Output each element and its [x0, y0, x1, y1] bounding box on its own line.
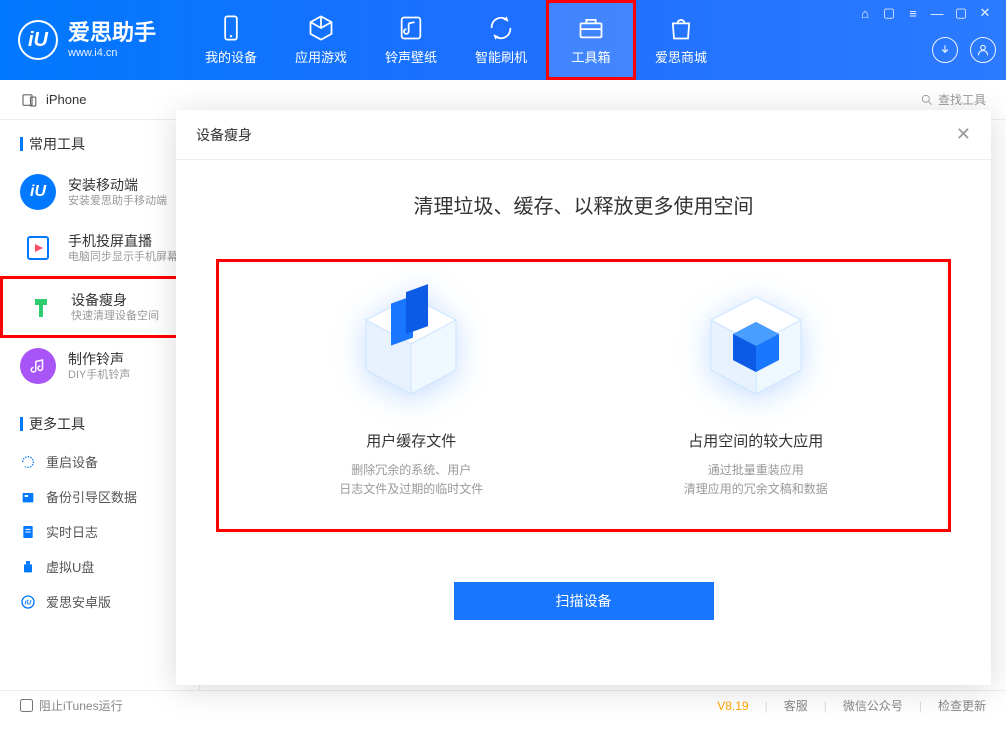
usb-icon — [20, 559, 36, 575]
slim-icon — [23, 289, 59, 325]
tab-label: 我的设备 — [205, 47, 257, 66]
search-icon — [920, 93, 934, 107]
options-container: 用户缓存文件 删除冗余的系统、用户 日志文件及过期的临时文件 — [216, 259, 951, 532]
backup-icon — [20, 489, 36, 505]
svg-text:iU: iU — [25, 599, 32, 606]
sidebar-item-label: 设备瘦身 — [71, 291, 159, 309]
sidebar-item-label: 备份引导区数据 — [46, 487, 137, 506]
app-header: iU 爱思助手 www.i4.cn 我的设备 应用游戏 铃声壁纸 智能刷机 工具… — [0, 0, 1006, 80]
cache-cube-icon — [346, 282, 476, 412]
iphone-icon — [20, 91, 38, 109]
logo-icon: iU — [18, 20, 58, 60]
sidebar-item-label: 爱思安卓版 — [46, 592, 111, 611]
sidebar-item-realtime-log[interactable]: 实时日志 — [0, 514, 199, 549]
user-icon — [976, 43, 990, 57]
refresh-icon — [487, 14, 515, 42]
android-icon: iU — [20, 594, 36, 610]
shirt-icon[interactable]: ⌂ — [858, 6, 872, 20]
sidebar-item-restart[interactable]: 重启设备 — [0, 444, 199, 479]
download-button[interactable] — [932, 37, 958, 63]
phone-icon[interactable]: ▢ — [882, 6, 896, 20]
tab-my-device[interactable]: 我的设备 — [186, 0, 276, 80]
wechat-link[interactable]: 微信公众号 — [843, 697, 903, 714]
option-title: 用户缓存文件 — [291, 430, 531, 451]
section-common-tools: 常用工具 — [0, 134, 199, 164]
logo-area: iU 爱思助手 www.i4.cn — [18, 20, 156, 60]
tab-ringtone-wallpaper[interactable]: 铃声壁纸 — [366, 0, 456, 80]
sidebar-item-label: 重启设备 — [46, 452, 98, 471]
search-tools[interactable]: 查找工具 — [920, 91, 986, 108]
device-icon — [217, 14, 245, 42]
sidebar-item-install-mobile[interactable]: iU 安装移动端安装爱思助手移动端 — [0, 164, 199, 220]
ringtone-icon — [20, 348, 56, 384]
option-large-apps[interactable]: 占用空间的较大应用 通过批量重装应用 清理应用的冗余文稿和数据 — [636, 282, 876, 499]
install-icon: iU — [20, 174, 56, 210]
tab-label: 应用游戏 — [295, 47, 347, 66]
logo-subtitle: www.i4.cn — [68, 47, 156, 60]
restart-icon — [20, 454, 36, 470]
sidebar-item-screen-mirror[interactable]: 手机投屏直播电脑同步显示手机屏幕 — [0, 220, 199, 276]
tab-smart-flash[interactable]: 智能刷机 — [456, 0, 546, 80]
block-itunes-checkbox[interactable]: 阻止iTunes运行 — [20, 697, 123, 714]
sidebar-item-label: 安装移动端 — [68, 176, 167, 194]
close-button[interactable]: ✕ — [978, 6, 992, 20]
minimize-button[interactable]: — — [930, 6, 944, 20]
device-name: iPhone — [46, 92, 86, 107]
option-user-cache[interactable]: 用户缓存文件 删除冗余的系统、用户 日志文件及过期的临时文件 — [291, 282, 531, 499]
tab-label: 爱思商城 — [655, 47, 707, 66]
sidebar-item-label: 虚拟U盘 — [46, 557, 94, 576]
apps-cube-icon — [691, 282, 821, 412]
tab-toolbox[interactable]: 工具箱 — [546, 0, 636, 80]
sidebar-item-device-slim[interactable]: 设备瘦身快速清理设备空间 — [0, 276, 199, 338]
version-label: V8.19 — [717, 699, 748, 713]
tab-apps-games[interactable]: 应用游戏 — [276, 0, 366, 80]
download-icon — [938, 43, 952, 57]
tab-store[interactable]: 爱思商城 — [636, 0, 726, 80]
sidebar-item-label: 制作铃声 — [68, 350, 130, 368]
dialog-title: 设备瘦身 — [196, 125, 252, 145]
screen-icon — [20, 230, 56, 266]
update-link[interactable]: 检查更新 — [938, 697, 986, 714]
option-title: 占用空间的较大应用 — [636, 430, 876, 451]
sidebar-item-virtual-usb[interactable]: 虚拟U盘 — [0, 549, 199, 584]
device-tab[interactable]: iPhone — [20, 91, 86, 109]
log-icon — [20, 524, 36, 540]
close-icon[interactable]: ✕ — [956, 124, 971, 145]
toolbox-icon — [577, 14, 605, 42]
sidebar-item-make-ringtone[interactable]: 制作铃声DIY手机铃声 — [0, 338, 199, 394]
device-slim-dialog: 设备瘦身 ✕ 清理垃圾、缓存、以释放更多使用空间 用户缓存文件 删除冗余的系统、… — [176, 110, 991, 685]
dialog-heading: 清理垃圾、缓存、以释放更多使用空间 — [216, 190, 951, 219]
tab-label: 工具箱 — [572, 47, 611, 66]
footer: 阻止iTunes运行 V8.19 | 客服 | 微信公众号 | 检查更新 — [0, 690, 1006, 720]
sidebar-item-android[interactable]: iU 爱思安卓版 — [0, 584, 199, 619]
maximize-button[interactable]: ▢ — [954, 6, 968, 20]
menu-icon[interactable]: ≡ — [906, 6, 920, 20]
sidebar: 常用工具 iU 安装移动端安装爱思助手移动端 手机投屏直播电脑同步显示手机屏幕 … — [0, 120, 200, 690]
cube-icon — [307, 14, 335, 42]
sidebar-item-label: 手机投屏直播 — [68, 232, 178, 250]
section-more-tools: 更多工具 — [0, 414, 199, 444]
scan-device-button[interactable]: 扫描设备 — [454, 582, 714, 620]
user-button[interactable] — [970, 37, 996, 63]
sidebar-item-backup-boot[interactable]: 备份引导区数据 — [0, 479, 199, 514]
support-link[interactable]: 客服 — [784, 697, 808, 714]
sidebar-item-label: 实时日志 — [46, 522, 98, 541]
music-icon — [397, 14, 425, 42]
logo-title: 爱思助手 — [68, 20, 156, 46]
nav-tabs: 我的设备 应用游戏 铃声壁纸 智能刷机 工具箱 爱思商城 — [186, 0, 726, 80]
tab-label: 铃声壁纸 — [385, 47, 437, 66]
tab-label: 智能刷机 — [475, 47, 527, 66]
search-placeholder: 查找工具 — [938, 91, 986, 108]
bag-icon — [667, 14, 695, 42]
